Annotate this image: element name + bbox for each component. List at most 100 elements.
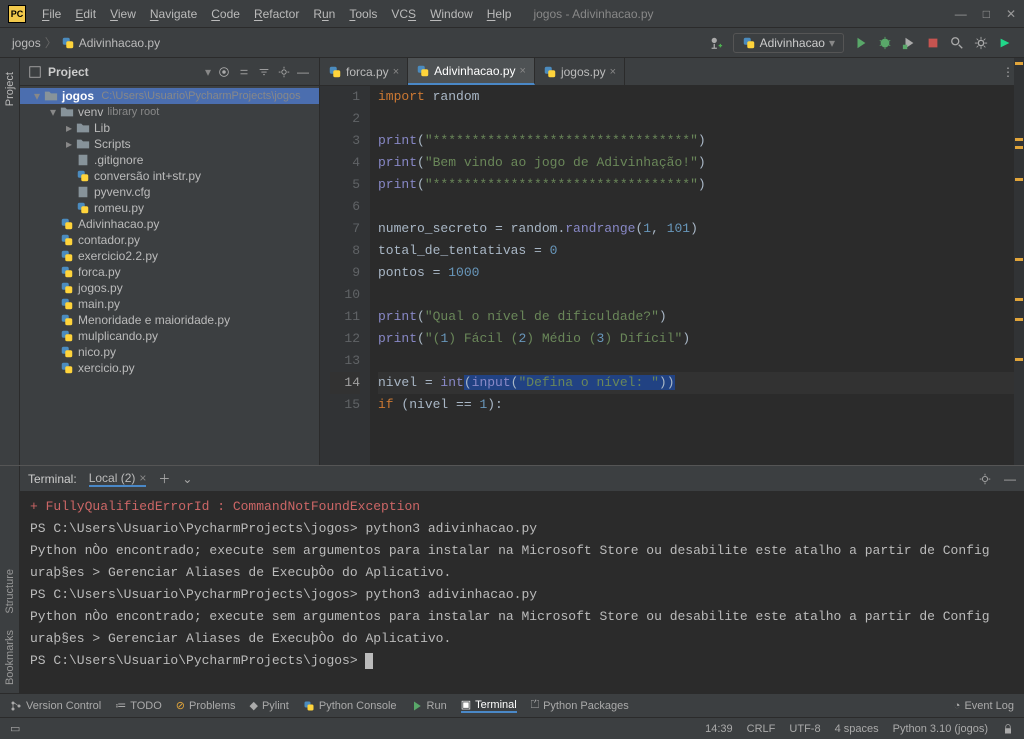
tool-run[interactable]: Run — [411, 700, 447, 712]
menu-code[interactable]: Code — [205, 7, 246, 21]
lock-icon[interactable] — [1002, 723, 1014, 735]
status-encoding[interactable]: UTF-8 — [789, 723, 820, 735]
tree-item[interactable]: main.py — [20, 296, 319, 312]
code-with-me-icon[interactable] — [998, 36, 1012, 50]
code-area[interactable]: 123456789101112131415 import random prin… — [320, 86, 1024, 465]
file-icon — [76, 185, 90, 199]
chevron-down-icon[interactable]: ⌄ — [182, 472, 192, 486]
tree-item[interactable]: ▸Lib — [20, 120, 319, 136]
tree-item[interactable]: mulplicando.py — [20, 328, 319, 344]
status-interpreter[interactable]: Python 3.10 (jogos) — [893, 723, 988, 735]
warning-marker-icon[interactable] — [1015, 138, 1023, 141]
tool-problems[interactable]: ⊘Problems — [176, 699, 236, 712]
tree-root[interactable]: ▾ jogos C:\Users\Usuario\PycharmProjects… — [20, 88, 319, 104]
tree-item[interactable]: nico.py — [20, 344, 319, 360]
tree-item[interactable]: exercicio2.2.py — [20, 248, 319, 264]
menu-run[interactable]: Run — [307, 7, 341, 21]
select-opened-file-icon[interactable] — [217, 65, 231, 79]
tool-pylint[interactable]: ◆Pylint — [249, 699, 288, 712]
menu-navigate[interactable]: Navigate — [144, 7, 203, 21]
tree-item[interactable]: jogos.py — [20, 280, 319, 296]
tree-item[interactable]: conversão int+str.py — [20, 168, 319, 184]
tab-forca[interactable]: forca.py× — [320, 58, 408, 85]
search-icon[interactable] — [950, 36, 964, 50]
tree-item[interactable]: romeu.py — [20, 200, 319, 216]
chevron-down-icon[interactable]: ▾ — [205, 65, 211, 79]
menu-view[interactable]: View — [104, 7, 142, 21]
close-icon[interactable]: ✕ — [1006, 7, 1016, 21]
tool-version-control[interactable]: Version Control — [10, 700, 101, 712]
tab-close-icon[interactable]: × — [520, 65, 526, 77]
tree-item[interactable]: Adivinhacao.py — [20, 216, 319, 232]
status-caret-position[interactable]: 14:39 — [705, 723, 733, 735]
gear-icon[interactable] — [974, 36, 988, 50]
tool-event-log[interactable]: ◔Event Log — [954, 700, 1014, 712]
debug-icon[interactable] — [878, 36, 892, 50]
python-file-icon — [60, 217, 74, 231]
warning-marker-icon[interactable] — [1015, 298, 1023, 301]
error-stripe[interactable] — [1014, 58, 1024, 465]
coverage-icon[interactable] — [902, 36, 916, 50]
tool-python-packages[interactable]: ⏍Python Packages — [531, 699, 629, 712]
warning-marker-icon[interactable] — [1015, 62, 1023, 65]
terminal-tab-close-icon[interactable]: × — [139, 471, 146, 485]
terminal-title: Terminal: — [28, 472, 77, 486]
menu-window[interactable]: Window — [424, 7, 479, 21]
expand-all-icon[interactable] — [237, 65, 251, 79]
bookmarks-tool-tab[interactable]: Bookmarks — [2, 622, 18, 693]
menu-tools[interactable]: Tools — [343, 7, 383, 21]
tab-close-icon[interactable]: × — [610, 66, 616, 78]
tree-item[interactable]: pyvenv.cfg — [20, 184, 319, 200]
tree-venv[interactable]: ▾ venv library root — [20, 104, 319, 120]
project-tree[interactable]: ▾ jogos C:\Users\Usuario\PycharmProjects… — [20, 86, 319, 465]
terminal-header: Terminal: Local (2)× ＋ ⌄ — — [20, 466, 1024, 492]
add-config-icon[interactable] — [709, 36, 723, 50]
collapse-all-icon[interactable] — [257, 65, 271, 79]
hide-terminal-icon[interactable]: — — [1004, 472, 1016, 486]
left-tool-strip-bottom: Structure Bookmarks — [0, 466, 20, 693]
tree-item[interactable]: ▸Scripts — [20, 136, 319, 152]
tool-terminal[interactable]: ▣Terminal — [461, 698, 517, 713]
tree-item[interactable]: contador.py — [20, 232, 319, 248]
warning-marker-icon[interactable] — [1015, 146, 1023, 149]
project-tool-tab[interactable]: Project — [2, 64, 18, 114]
menu-refactor[interactable]: Refactor — [248, 7, 305, 21]
terminal-output[interactable]: + FullyQualifiedErrorId : CommandNotFoun… — [20, 492, 1024, 693]
tab-close-icon[interactable]: × — [393, 66, 399, 78]
terminal-settings-icon[interactable] — [978, 472, 992, 486]
tab-adivinhacao[interactable]: Adivinhacao.py× — [408, 58, 535, 85]
warning-marker-icon[interactable] — [1015, 318, 1023, 321]
warning-marker-icon[interactable] — [1015, 178, 1023, 181]
structure-tool-tab[interactable]: Structure — [2, 561, 18, 622]
terminal-tab[interactable]: Local (2)× — [89, 471, 147, 487]
panel-settings-icon[interactable] — [277, 65, 291, 79]
menu-help[interactable]: Help — [481, 7, 518, 21]
warning-marker-icon[interactable] — [1015, 358, 1023, 361]
menu-edit[interactable]: Edit — [69, 7, 102, 21]
status-indent[interactable]: 4 spaces — [835, 723, 879, 735]
maximize-icon[interactable]: □ — [983, 7, 990, 21]
menu-file[interactable]: File — [36, 7, 67, 21]
run-configuration-dropdown[interactable]: Adivinhacao ▾ — [733, 33, 844, 53]
warning-marker-icon[interactable] — [1015, 258, 1023, 261]
tool-label: Event Log — [964, 700, 1014, 712]
tree-item[interactable]: .gitignore — [20, 152, 319, 168]
breadcrumb-file[interactable]: Adivinhacao.py — [79, 36, 160, 50]
project-panel: Project ▾ — ▾ jogos C:\Users\Usuario\Pyc… — [20, 58, 320, 465]
tree-item[interactable]: forca.py — [20, 264, 319, 280]
minimize-icon[interactable]: — — [955, 7, 967, 21]
tree-item[interactable]: xercicio.py — [20, 360, 319, 376]
terminal-new-tab-icon[interactable]: ＋ — [158, 470, 170, 487]
tab-jogos[interactable]: jogos.py× — [535, 58, 625, 85]
hide-panel-icon[interactable]: — — [297, 65, 311, 79]
tool-python-console[interactable]: Python Console — [303, 700, 397, 712]
code-content[interactable]: import random print("*******************… — [370, 86, 1024, 465]
status-line-separator[interactable]: CRLF — [747, 723, 776, 735]
app-logo: PC — [8, 5, 26, 23]
stop-icon[interactable] — [926, 36, 940, 50]
run-icon[interactable] — [854, 36, 868, 50]
tool-todo[interactable]: ≔TODO — [115, 699, 162, 712]
tree-item[interactable]: Menoridade e maioridade.py — [20, 312, 319, 328]
breadcrumb-root[interactable]: jogos — [12, 36, 41, 50]
menu-vcs[interactable]: VCS — [385, 7, 422, 21]
